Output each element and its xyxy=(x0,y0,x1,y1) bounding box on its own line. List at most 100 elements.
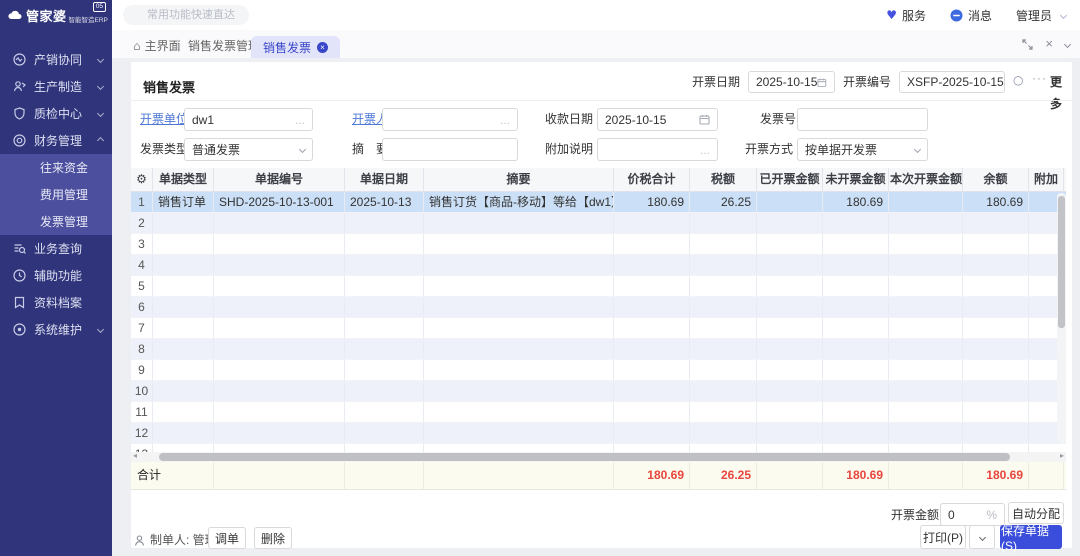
invoice-date-value: 2025-10-15 xyxy=(756,71,817,93)
receipt-date-value: 2025-10-15 xyxy=(605,113,666,127)
col-header[interactable]: 摘要 xyxy=(424,168,614,191)
horizontal-scrollbar[interactable]: ◂ ▸ xyxy=(131,452,1066,462)
sidebar-item-archives[interactable]: 资料档案 xyxy=(0,289,112,316)
tab-sales-invoice-active[interactable]: 销售发票 × xyxy=(251,36,340,58)
col-header[interactable]: 税额 xyxy=(690,168,757,191)
table-row-empty[interactable]: 12 xyxy=(131,423,1066,444)
sidebar-item-funds[interactable]: 往来资金 xyxy=(0,154,112,181)
note-input[interactable]: ... xyxy=(597,138,718,161)
col-header[interactable]: 单据类型 xyxy=(153,168,214,191)
billing-unit-link[interactable]: 开票单位 xyxy=(140,108,188,131)
tabbar-window-controls: × xyxy=(1022,38,1070,50)
table-row-empty[interactable]: 6 xyxy=(131,297,1066,318)
home-icon: ⌂ xyxy=(133,39,141,53)
total-current xyxy=(889,462,963,489)
table-row-empty[interactable]: 8 xyxy=(131,339,1066,360)
sidebar-item-production-sales[interactable]: 产销协同 xyxy=(0,46,112,73)
refresh-icon[interactable]: ○ xyxy=(1013,73,1023,87)
sidebar-item-finance[interactable]: 财务管理 xyxy=(0,127,112,154)
summary-input[interactable] xyxy=(382,138,518,161)
heart-icon: ♥ xyxy=(886,8,897,22)
sidebar-item-manufacturing[interactable]: 生产制造 xyxy=(0,73,112,100)
table-row-empty[interactable]: 4 xyxy=(131,255,1066,276)
sidebar-item-invoice-mgmt[interactable]: 发票管理 xyxy=(0,208,112,235)
col-header[interactable]: 本次开票金额 xyxy=(889,168,963,191)
col-header[interactable]: 价税合计 xyxy=(614,168,690,191)
col-header[interactable]: 单据编号 xyxy=(214,168,345,191)
cell-tax: 26.25 xyxy=(690,192,757,212)
cloud-icon xyxy=(7,10,22,20)
sidebar-item-auxiliary[interactable]: 辅助功能 xyxy=(0,262,112,289)
message-icon xyxy=(950,9,963,22)
more-dots-icon[interactable]: ··· xyxy=(1032,71,1047,85)
delete-button[interactable]: 删除 xyxy=(254,527,292,549)
billing-unit-input[interactable]: dw1 ... xyxy=(184,108,313,131)
scroll-left-icon[interactable]: ◂ xyxy=(133,451,137,460)
column-settings-gear-icon[interactable]: ⚙ xyxy=(131,168,153,191)
maximize-icon[interactable] xyxy=(1022,39,1033,50)
invoice-amount-value: 0 xyxy=(948,508,955,522)
close-icon[interactable]: × xyxy=(317,42,328,53)
sidebar-item-label: 生产制造 xyxy=(34,78,82,95)
messages-label: 消息 xyxy=(968,7,992,24)
table-row-empty[interactable]: 3 xyxy=(131,234,1066,255)
cell-uninvoiced: 180.69 xyxy=(823,192,889,212)
retrieve-button[interactable]: 调单 xyxy=(208,527,246,549)
sidebar-item-label: 辅助功能 xyxy=(34,267,82,284)
ellipsis-icon: ... xyxy=(700,143,710,157)
col-header[interactable]: 附加 xyxy=(1029,168,1064,191)
quick-search-input[interactable] xyxy=(123,5,249,25)
user-menu[interactable]: 管理员 xyxy=(1016,7,1066,24)
horizontal-scrollbar-thumb[interactable] xyxy=(159,453,1010,461)
sidebar-item-expenses[interactable]: 费用管理 xyxy=(0,181,112,208)
total-invoiced xyxy=(757,462,823,489)
vertical-scrollbar[interactable] xyxy=(1057,193,1066,443)
invoice-number-input[interactable] xyxy=(797,108,928,131)
percent-icon[interactable]: % xyxy=(986,508,997,522)
col-header[interactable]: 单据日期 xyxy=(345,168,424,191)
save-button[interactable]: 保存单据(S) xyxy=(1000,525,1062,549)
chevron-down-icon xyxy=(97,110,104,117)
table-row-empty[interactable]: 7 xyxy=(131,318,1066,339)
col-header[interactable]: 未开票金额 xyxy=(823,168,889,191)
scroll-right-icon[interactable]: ▸ xyxy=(1060,451,1064,460)
logo-text: 管家婆 xyxy=(26,6,67,25)
drawer-input[interactable]: ... xyxy=(382,108,518,131)
messages-button[interactable]: 消息 xyxy=(950,7,992,24)
sidebar-item-system[interactable]: 系统维护 xyxy=(0,316,112,343)
sidebar-item-business-query[interactable]: 业务查询 xyxy=(0,235,112,262)
col-header[interactable]: 余额 xyxy=(963,168,1029,191)
table-row-empty[interactable]: 5 xyxy=(131,276,1066,297)
print-dropdown-button[interactable] xyxy=(969,525,995,549)
print-button[interactable]: 打印(P) xyxy=(920,525,966,549)
invoice-type-label: 发票类型 xyxy=(140,138,188,161)
invoice-no-value: XSFP-2025-10-15-003 xyxy=(907,71,1005,93)
tab-home[interactable]: ⌂ 主界面 xyxy=(133,37,181,54)
table-row-empty[interactable]: 11 xyxy=(131,402,1066,423)
invoice-amount-input[interactable]: 0 % xyxy=(940,503,1005,526)
table-row-empty[interactable]: 10 xyxy=(131,381,1066,402)
table-row-partial[interactable]: 13 xyxy=(131,444,1066,452)
sidebar-item-quality[interactable]: 质检中心 xyxy=(0,100,112,127)
table-row-empty[interactable]: 2 xyxy=(131,213,1066,234)
service-button[interactable]: ♥ 服务 xyxy=(886,7,926,24)
more-button[interactable]: 更多 xyxy=(1050,71,1072,115)
invoice-date-input[interactable]: 2025-10-15 xyxy=(748,71,835,93)
col-header[interactable]: 已开票金额 xyxy=(757,168,823,191)
sidebar-subitem-label: 发票管理 xyxy=(40,213,88,230)
receipt-date-input[interactable]: 2025-10-15 xyxy=(597,108,718,131)
invoice-no-input[interactable]: XSFP-2025-10-15-003 xyxy=(899,71,1005,93)
chevron-down-icon[interactable] xyxy=(1064,40,1071,47)
sidebar-item-label: 系统维护 xyxy=(34,321,82,338)
table-row-selected[interactable]: 1 销售订单 SHD-2025-10-13-001 2025-10-13 销售订… xyxy=(131,192,1066,213)
ellipsis-icon: ... xyxy=(295,113,305,127)
invoice-mode-select[interactable]: 按单据开发票 xyxy=(797,138,928,161)
invoice-type-select[interactable]: 普通发票 xyxy=(184,138,313,161)
clock-icon xyxy=(13,269,26,282)
table-body-empty: 23456789101112 xyxy=(131,213,1066,444)
cell-current-invoice[interactable] xyxy=(889,192,963,212)
divider xyxy=(131,100,1072,101)
close-icon[interactable]: × xyxy=(1045,38,1053,50)
table-row-empty[interactable]: 9 xyxy=(131,360,1066,381)
vertical-scrollbar-thumb[interactable] xyxy=(1058,196,1065,328)
